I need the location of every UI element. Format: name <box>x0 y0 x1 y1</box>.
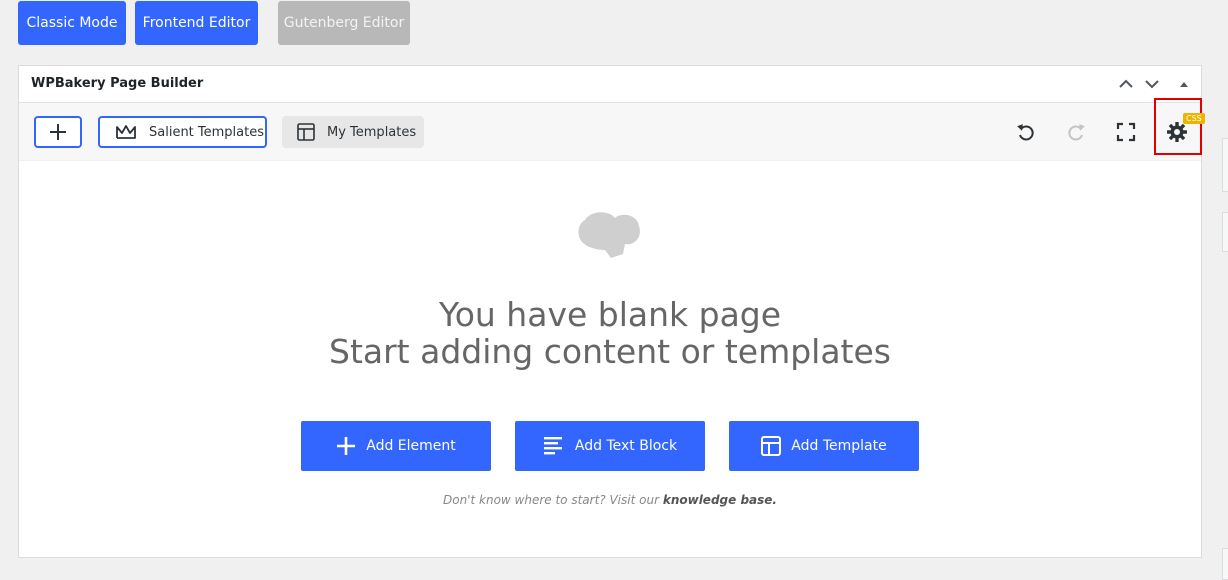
page-builder-panel: WPBakery Page Builder Salient Templates <box>18 65 1205 558</box>
blank-page-subheading: Start adding content or templates <box>329 332 891 371</box>
chevron-up-icon[interactable] <box>1117 75 1135 93</box>
fullscreen-icon[interactable] <box>1115 121 1137 143</box>
blank-page-area: You have blank page Start adding content… <box>19 160 1201 557</box>
add-template-button[interactable]: Add Template <box>729 421 919 471</box>
template-layout-icon <box>297 123 315 141</box>
undo-icon[interactable] <box>1015 121 1037 143</box>
add-element-label: Add Element <box>366 438 456 454</box>
crown-icon <box>116 125 136 139</box>
add-text-block-label: Add Text Block <box>574 438 678 454</box>
sidebar-edge <box>1222 212 1228 252</box>
wpbakery-logo-icon <box>578 212 640 258</box>
blank-page-heading: You have blank page <box>438 295 782 334</box>
salient-templates-label: Salient Templates <box>149 124 265 140</box>
panel-header: WPBakery Page Builder <box>19 66 1201 103</box>
add-text-block-button[interactable]: Add Text Block <box>515 421 705 471</box>
text-lines-icon <box>543 437 562 455</box>
sidebar-edge <box>1222 548 1228 580</box>
knowledge-base-link[interactable]: knowledge base. <box>663 493 777 507</box>
salient-templates-button[interactable]: Salient Templates <box>98 116 267 148</box>
collapse-triangle-icon[interactable] <box>1175 75 1193 93</box>
add-template-label: Add Template <box>791 438 887 454</box>
panel-title: WPBakery Page Builder <box>31 76 204 91</box>
plus-icon <box>50 124 66 140</box>
add-element-toolbar-button[interactable] <box>34 116 82 148</box>
help-text: Don't know where to start? Visit our kno… <box>19 493 1201 507</box>
chevron-down-icon[interactable] <box>1143 75 1161 93</box>
frontend-editor-button[interactable]: Frontend Editor <box>135 1 258 45</box>
settings-highlight-frame <box>1154 98 1202 155</box>
plus-icon <box>337 437 356 455</box>
sidebar-edge <box>1222 138 1228 192</box>
add-element-button[interactable]: Add Element <box>301 421 491 471</box>
my-templates-button[interactable]: My Templates <box>282 116 424 148</box>
my-templates-label: My Templates <box>327 124 417 140</box>
redo-icon[interactable] <box>1065 121 1087 143</box>
gutenberg-editor-button[interactable]: Gutenberg Editor <box>278 1 410 45</box>
help-prefix: Don't know where to start? Visit our <box>443 493 660 507</box>
template-layout-icon <box>761 436 782 456</box>
classic-mode-button[interactable]: Classic Mode <box>18 1 126 45</box>
builder-toolbar: Salient Templates My Templates <box>19 103 1201 161</box>
css-badge: CSS <box>1183 113 1205 124</box>
